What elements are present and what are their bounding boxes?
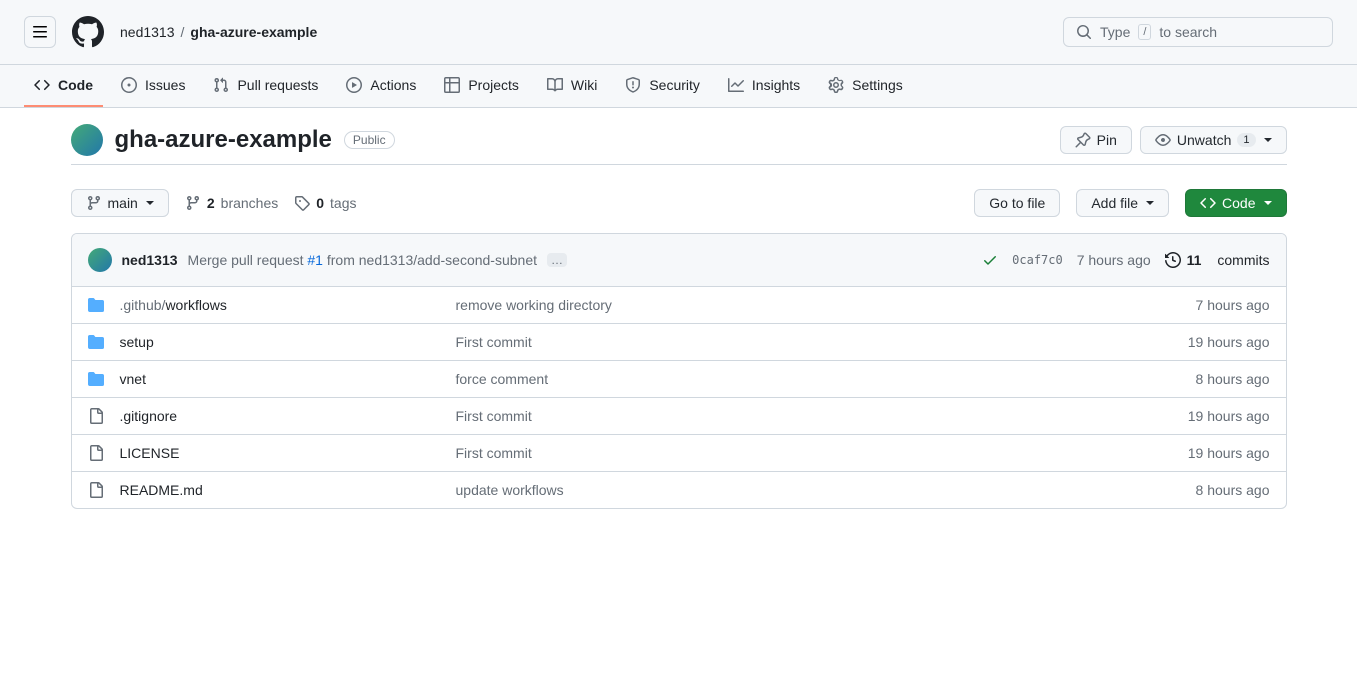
commits-link[interactable]: 11 commits: [1165, 252, 1270, 268]
chevron-down-icon: [1146, 201, 1154, 205]
menu-icon: [32, 24, 48, 40]
issue-icon: [121, 77, 137, 93]
file-commit-message[interactable]: force comment: [456, 371, 1180, 387]
file-commit-message[interactable]: remove working directory: [456, 297, 1180, 313]
go-to-file-button[interactable]: Go to file: [974, 189, 1060, 217]
file-name-link[interactable]: README.md: [120, 482, 440, 498]
file-time: 19 hours ago: [1188, 408, 1270, 424]
file-icon: [88, 445, 104, 461]
search-icon: [1076, 24, 1092, 40]
code-button[interactable]: Code: [1185, 189, 1286, 217]
file-name-link[interactable]: .github/workflows: [120, 297, 440, 313]
file-row: .github/workflows remove working directo…: [72, 287, 1286, 324]
file-row: vnet force comment 8 hours ago: [72, 361, 1286, 398]
add-file-button[interactable]: Add file: [1076, 189, 1169, 217]
commit-message[interactable]: Merge pull request #1 from ned1313/add-s…: [188, 252, 537, 268]
tab-security[interactable]: Security: [615, 65, 710, 107]
branch-icon: [185, 195, 201, 211]
watch-button[interactable]: Unwatch1: [1140, 126, 1287, 154]
file-commit-message[interactable]: update workflows: [456, 482, 1180, 498]
commit-more-button[interactable]: …: [547, 253, 567, 267]
tab-pull-requests[interactable]: Pull requests: [203, 65, 328, 107]
top-header: ned1313 / gha-azure-example Type / to se…: [0, 0, 1357, 65]
hamburger-menu[interactable]: [24, 16, 56, 48]
tab-settings[interactable]: Settings: [818, 65, 913, 107]
file-row: setup First commit 19 hours ago: [72, 324, 1286, 361]
file-commit-message[interactable]: First commit: [456, 334, 1172, 350]
file-name-link[interactable]: setup: [120, 334, 440, 350]
pin-icon: [1075, 132, 1091, 148]
branches-link[interactable]: 2branches: [185, 195, 278, 211]
avatar[interactable]: [71, 124, 103, 156]
graph-icon: [728, 77, 744, 93]
file-row: .gitignore First commit 19 hours ago: [72, 398, 1286, 435]
file-time: 19 hours ago: [1188, 445, 1270, 461]
repo-nav-tabs: Code Issues Pull requests Actions Projec…: [0, 65, 1357, 108]
gear-icon: [828, 77, 844, 93]
search-input[interactable]: Type / to search: [1063, 17, 1333, 47]
eye-icon: [1155, 132, 1171, 148]
latest-commit-bar: ned1313 Merge pull request #1 from ned13…: [72, 234, 1286, 287]
file-icon: [88, 482, 104, 498]
file-name-link[interactable]: LICENSE: [120, 445, 440, 461]
tab-code[interactable]: Code: [24, 65, 103, 107]
repo-link[interactable]: gha-azure-example: [190, 24, 317, 40]
file-commit-message[interactable]: First commit: [456, 408, 1172, 424]
file-listing: ned1313 Merge pull request #1 from ned13…: [71, 233, 1287, 509]
commit-time: 7 hours ago: [1077, 252, 1151, 268]
file-time: 7 hours ago: [1196, 297, 1270, 313]
tag-icon: [294, 195, 310, 211]
search-kbd: /: [1138, 24, 1151, 40]
repo-title: gha-azure-example: [115, 126, 332, 154]
file-name-link[interactable]: .gitignore: [120, 408, 440, 424]
repo-header: gha-azure-example Public Pin Unwatch1: [71, 108, 1287, 165]
file-commit-message[interactable]: First commit: [456, 445, 1172, 461]
tab-wiki[interactable]: Wiki: [537, 65, 607, 107]
table-icon: [444, 77, 460, 93]
search-placeholder-post: to search: [1159, 24, 1217, 40]
tags-link[interactable]: 0tags: [294, 195, 356, 211]
folder-icon: [88, 297, 104, 313]
owner-link[interactable]: ned1313: [120, 24, 175, 40]
github-logo-icon[interactable]: [72, 16, 104, 48]
tab-projects[interactable]: Projects: [434, 65, 529, 107]
commit-author[interactable]: ned1313: [122, 252, 178, 268]
breadcrumb: ned1313 / gha-azure-example: [120, 24, 317, 40]
book-icon: [547, 77, 563, 93]
file-time: 19 hours ago: [1188, 334, 1270, 350]
visibility-badge: Public: [344, 131, 395, 149]
play-icon: [346, 77, 362, 93]
check-icon[interactable]: [982, 252, 998, 268]
watch-count: 1: [1237, 133, 1255, 147]
file-row: README.md update workflows 8 hours ago: [72, 472, 1286, 508]
branch-icon: [86, 195, 102, 211]
breadcrumb-separator: /: [181, 24, 185, 40]
pr-link[interactable]: #1: [307, 252, 323, 268]
chevron-down-icon: [146, 201, 154, 205]
file-name-link[interactable]: vnet: [120, 371, 440, 387]
file-icon: [88, 408, 104, 424]
pr-icon: [213, 77, 229, 93]
pin-button[interactable]: Pin: [1060, 126, 1132, 154]
chevron-down-icon: [1264, 138, 1272, 142]
commit-author-avatar[interactable]: [88, 248, 112, 272]
file-row: LICENSE First commit 19 hours ago: [72, 435, 1286, 472]
code-icon: [1200, 195, 1216, 211]
tab-actions[interactable]: Actions: [336, 65, 426, 107]
tab-issues[interactable]: Issues: [111, 65, 195, 107]
file-time: 8 hours ago: [1196, 482, 1270, 498]
shield-icon: [625, 77, 641, 93]
chevron-down-icon: [1264, 201, 1272, 205]
file-nav: main 2branches 0tags Go to file Add file…: [71, 189, 1287, 217]
code-icon: [34, 77, 50, 93]
branch-select-button[interactable]: main: [71, 189, 169, 217]
file-time: 8 hours ago: [1196, 371, 1270, 387]
history-icon: [1165, 252, 1181, 268]
folder-icon: [88, 371, 104, 387]
tab-insights[interactable]: Insights: [718, 65, 810, 107]
folder-icon: [88, 334, 104, 350]
commit-hash[interactable]: 0caf7c0: [1012, 253, 1063, 267]
search-placeholder-pre: Type: [1100, 24, 1130, 40]
